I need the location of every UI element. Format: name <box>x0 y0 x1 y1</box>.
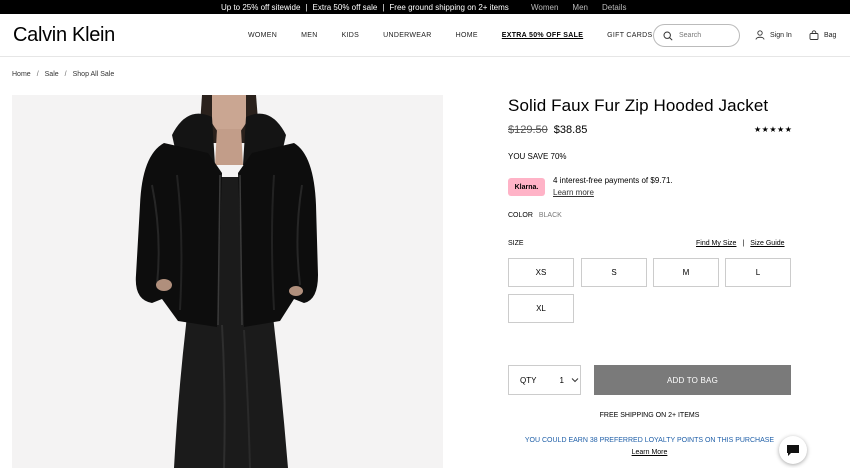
search-icon <box>663 30 673 41</box>
price-row: $129.50 $38.85 <box>508 124 587 136</box>
chevron-down-icon <box>571 378 579 383</box>
find-my-size-link[interactable]: Find My Size <box>696 240 736 247</box>
product-title: Solid Faux Fur Zip Hooded Jacket <box>508 96 769 115</box>
brand-logo[interactable]: Calvin Klein <box>13 24 115 47</box>
jacket-model-illustration <box>12 95 443 468</box>
quantity-select[interactable]: QTY 1 <box>508 365 581 395</box>
nav-item-men[interactable]: MEN <box>301 32 317 39</box>
qty-value: 1 <box>559 375 564 385</box>
size-option-m[interactable]: M <box>653 258 719 287</box>
size-links: Find My Size | Size Guide <box>696 240 785 247</box>
breadcrumb-home[interactable]: Home <box>12 71 31 78</box>
sign-in-label: Sign In <box>770 31 792 39</box>
site-header: Calvin Klein WOMEN MEN KIDS UNDERWEAR HO… <box>0 14 850 57</box>
original-price: $129.50 <box>508 124 548 136</box>
savings-text: YOU SAVE 70% <box>508 152 567 161</box>
color-row: COLOR BLACK <box>508 212 562 219</box>
breadcrumb-sale[interactable]: Sale <box>45 71 59 78</box>
klarna-installments: 4 interest-free payments of $9.71. <box>553 176 673 185</box>
chat-button[interactable] <box>779 436 807 464</box>
promo-link-details[interactable]: Details <box>602 3 626 12</box>
color-label: COLOR <box>508 212 533 219</box>
klarna-logo: Klarna. <box>508 178 545 196</box>
loyalty-learn-more-link[interactable]: Learn More <box>508 449 791 456</box>
klarna-message: 4 interest-free payments of $9.71. Learn… <box>553 175 673 199</box>
search-input[interactable]: Search <box>653 24 740 47</box>
product-image[interactable] <box>12 95 443 468</box>
breadcrumb-separator: / <box>64 71 67 78</box>
nav-item-kids[interactable]: KIDS <box>342 32 360 39</box>
promo-message: Up to 25% off sitewide <box>221 2 301 12</box>
size-option-xl[interactable]: XL <box>508 294 574 323</box>
search-placeholder: Search <box>679 32 702 39</box>
free-shipping-note: FREE SHIPPING ON 2+ ITEMS <box>599 412 700 419</box>
breadcrumb-shop-all-sale[interactable]: Shop All Sale <box>73 71 115 78</box>
size-links-divider: | <box>742 240 745 247</box>
color-value: BLACK <box>538 212 562 219</box>
sign-in-link[interactable]: Sign In <box>755 30 792 40</box>
size-guide-link[interactable]: Size Guide <box>750 240 784 247</box>
promo-link-women[interactable]: Women <box>531 3 558 12</box>
loyalty-points-note: YOU COULD EARN 38 PREFERRED LOYALTY POIN… <box>524 437 775 444</box>
promo-message: Extra 50% off sale <box>312 2 378 12</box>
size-label: SIZE <box>508 240 524 247</box>
bag-icon <box>809 30 819 40</box>
size-option-l[interactable]: L <box>725 258 791 287</box>
breadcrumb-separator: / <box>36 71 39 78</box>
bag-label: Bag <box>824 31 837 39</box>
promo-messages: Up to 25% off sitewide | Extra 50% off s… <box>221 0 509 14</box>
size-option-s[interactable]: S <box>581 258 647 287</box>
size-option-xs[interactable]: XS <box>508 258 574 287</box>
promo-divider: | <box>382 2 385 12</box>
nav-item-women[interactable]: WOMEN <box>248 32 277 39</box>
promo-bar: Up to 25% off sitewide | Extra 50% off s… <box>0 0 850 14</box>
rating-stars[interactable]: ★★★★★ <box>754 125 792 134</box>
nav-item-gift-cards[interactable]: GIFT CARDS <box>607 32 652 39</box>
promo-message: Free ground shipping on 2+ items <box>389 2 509 12</box>
add-to-bag-button[interactable]: ADD TO BAG <box>594 365 791 395</box>
chat-icon <box>787 444 799 456</box>
user-icon <box>755 30 765 40</box>
main-nav: WOMEN MEN KIDS UNDERWEAR HOME EXTRA 50% … <box>248 32 676 39</box>
promo-link-men[interactable]: Men <box>572 3 588 12</box>
nav-item-underwear[interactable]: UNDERWEAR <box>383 32 431 39</box>
nav-item-sale[interactable]: EXTRA 50% OFF SALE <box>502 32 583 39</box>
nav-item-home[interactable]: HOME <box>456 32 478 39</box>
klarna-learn-more-link[interactable]: Learn more <box>553 187 673 199</box>
sale-price: $38.85 <box>553 124 588 136</box>
bag-link[interactable]: Bag <box>809 30 836 40</box>
promo-divider: | <box>305 2 308 12</box>
qty-label: QTY <box>520 375 537 385</box>
promo-links: Women Men Details <box>531 0 626 14</box>
breadcrumb: Home / Sale / Shop All Sale <box>12 71 114 78</box>
